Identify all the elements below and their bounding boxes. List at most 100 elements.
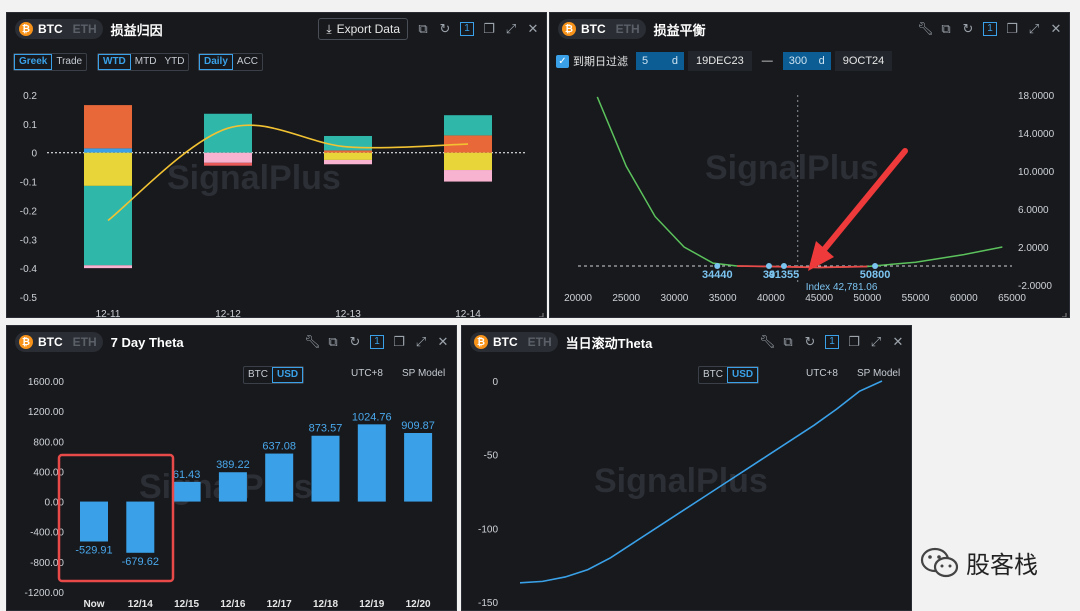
coin-btc[interactable]: BTC [493,335,518,349]
refresh-icon[interactable]: ↻ [803,335,817,349]
seven-day-theta-chart: SignalPlus 1600.001200.00800.00400.000.0… [25,377,435,610]
coin-switch[interactable]: ₿ BTC ETH [15,19,103,39]
y-tick-label: 1200.00 [28,407,65,418]
from-days-input[interactable]: 5d [636,52,684,70]
toggle-daily[interactable]: Daily [199,54,233,70]
to-days-unit: d [818,55,825,67]
y-tick-label: 0.2 [23,91,37,102]
x-tick-label: 55000 [902,293,930,304]
expand-icon[interactable]: ⤢ [1027,22,1041,36]
x-tick-label: 65000 [998,293,1026,304]
breakeven-label: 50800 [860,269,891,281]
refresh-icon[interactable]: ↻ [961,22,975,36]
coin-eth[interactable]: ETH [528,335,552,349]
page-number-icon[interactable]: 1 [825,335,839,349]
y-tick-label: 6.0000 [1018,205,1049,216]
breakeven-chart: SignalPlus 18.0000 14.0000 10.0000 6.0000 2.… [564,91,1067,317]
refresh-icon[interactable]: ↻ [348,335,362,349]
theta-bar [404,433,433,502]
daily-acc-toggle[interactable]: Daily ACC [198,53,264,71]
popout-icon[interactable]: ⧉ [326,335,340,349]
toggle-mtd[interactable]: MTD [131,54,161,70]
refresh-icon[interactable]: ↻ [438,22,452,36]
index-label: Index 42,781.06 [806,282,878,293]
panel-title: 损益平衡 [653,22,706,38]
theta-bar [311,435,340,502]
bar-value-label: 873.57 [309,423,343,435]
close-icon[interactable]: ✕ [436,335,450,349]
coin-eth[interactable]: ETH [616,22,640,36]
copy-icon[interactable]: ❐ [847,335,861,349]
x-tick-label: 12/18 [313,599,338,610]
page-number-icon[interactable]: 1 [983,22,997,36]
expand-icon[interactable]: ⤢ [504,22,518,36]
y-tick-label: -0.1 [20,178,38,189]
popout-icon[interactable]: ⧉ [781,335,795,349]
coin-eth[interactable]: ETH [73,22,97,36]
watermark: SignalPlus [167,159,341,197]
bar-segment [324,150,372,153]
breakeven-label: 34440 [702,269,733,281]
breakeven-label: 41355 [769,269,800,281]
page-number-icon[interactable]: 1 [460,22,474,36]
resize-handle [1062,313,1067,317]
expand-icon[interactable]: ⤢ [869,335,883,349]
toggle-trade[interactable]: Trade [52,54,86,70]
bar-segment [444,115,492,136]
coin-eth[interactable]: ETH [73,335,97,349]
pnl-attribution-chart: SignalPlus 0.2 0.1 0 -0.1 -0.2 -0.3 -0.4 -0.5 12… [20,91,544,318]
seven-day-theta-panel: ₿ BTC ETH 7 Day Theta 🔧︎ ⧉ ↻ 1 ❐ ⤢ ✕ BTC… [6,325,457,611]
filter-checkbox[interactable]: ✓ [556,54,569,68]
close-icon[interactable]: ✕ [891,335,905,349]
toggle-wtd[interactable]: WTD [98,54,131,70]
y-tick-label: 0 [492,377,498,388]
bitcoin-icon: ₿ [19,22,33,36]
coin-btc[interactable]: BTC [581,22,606,36]
popout-icon[interactable]: ⧉ [416,22,430,36]
resize-handle [539,313,544,317]
coin-switch[interactable]: ₿ BTC ETH [558,19,646,39]
y-tick-label: 800.00 [33,437,64,448]
toggle-acc[interactable]: ACC [233,54,262,70]
greek-trade-toggle[interactable]: Greek Trade [13,53,88,71]
copy-icon[interactable]: ❐ [1005,22,1019,36]
x-tick-label: Now [83,599,104,610]
toggle-greek[interactable]: Greek [14,54,53,70]
bar-value-label: 909.87 [401,420,435,432]
range-dash: — [761,55,773,67]
y-tick-label: 14.0000 [1018,129,1055,140]
coin-switch[interactable]: ₿ BTC ETH [470,332,558,352]
coin-btc[interactable]: BTC [38,22,63,36]
coin-btc[interactable]: BTC [38,335,63,349]
export-data-button[interactable]: ⤓ Export Data [318,18,408,40]
period-toggle[interactable]: WTD MTD YTD [97,53,190,71]
to-days-input[interactable]: 300 d [782,52,831,70]
bar-segment [444,170,492,182]
page-number-icon[interactable]: 1 [370,335,384,349]
bitcoin-icon: ₿ [474,335,488,349]
x-tick-label: 12/19 [359,599,384,610]
wrench-icon[interactable]: 🔧︎ [759,335,776,349]
close-icon[interactable]: ✕ [1049,22,1063,36]
y-tick-label: -2.0000 [1018,281,1052,292]
expiry-filter: ✓ 到期日过滤 5d 19DEC23 — 300 d 9OCT24 [556,51,893,71]
theta-bar [265,453,294,502]
wrench-icon[interactable]: 🔧︎ [917,22,934,36]
theta-bar [126,501,155,553]
x-tick-label: 50000 [853,293,881,304]
to-days-value: 300 [788,55,808,67]
close-icon[interactable]: ✕ [526,22,540,36]
x-tick-label: 12-11 [96,309,121,318]
popout-icon[interactable]: ⧉ [939,22,953,36]
toggle-ytd[interactable]: YTD [160,54,188,70]
export-data-label: Export Data [336,22,400,36]
copy-icon[interactable]: ❐ [482,22,496,36]
wrench-icon[interactable]: 🔧︎ [304,335,321,349]
bar-segment [324,152,372,160]
bitcoin-icon: ₿ [19,335,33,349]
expand-icon[interactable]: ⤢ [414,335,428,349]
breakeven-panel: ₿ BTC ETH 损益平衡 🔧︎ ⧉ ↻ 1 ❐ ⤢ ✕ ✓ 到期日过滤 5d… [549,12,1070,318]
bitcoin-icon: ₿ [562,22,576,36]
copy-icon[interactable]: ❐ [392,335,406,349]
coin-switch[interactable]: ₿ BTC ETH [15,332,103,352]
